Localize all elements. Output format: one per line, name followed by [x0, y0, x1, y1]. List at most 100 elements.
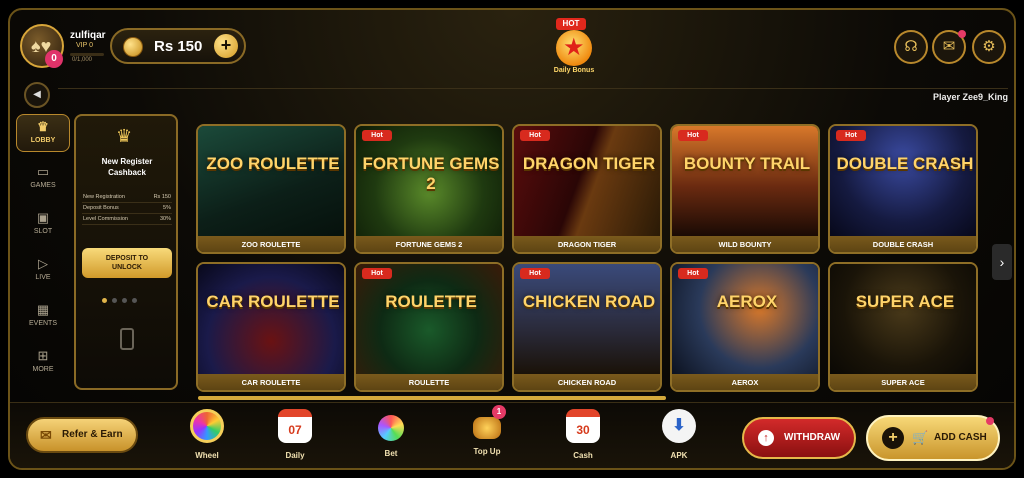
promo-value: 5%: [163, 205, 171, 211]
calendar-icon: 07: [278, 409, 312, 443]
hot-badge: Hot: [836, 130, 866, 141]
game-art-title: DRAGON TIGER: [522, 154, 656, 173]
hot-badge: Hot: [520, 130, 550, 141]
game-card[interactable]: DRAGON TIGER Hot DRAGON TIGER: [512, 124, 662, 254]
gear-icon: ⚙: [982, 38, 996, 55]
game-artwork: [356, 264, 502, 374]
game-art-title: ROULETTE: [385, 292, 477, 311]
grid-icon: ⊞: [37, 348, 49, 363]
deposit-to-unlock-button[interactable]: DEPOSIT TO UNLOCK: [82, 248, 172, 278]
notification-dot: [986, 417, 994, 425]
game-art-title: ZOO ROULETTE: [206, 154, 340, 173]
headset-icon: ☊: [904, 38, 918, 55]
apk-button[interactable]: ⬇ APK: [654, 409, 704, 460]
deposit-label-line2: UNLOCK: [112, 264, 142, 271]
hot-badge: Hot: [362, 130, 392, 141]
carousel-dot[interactable]: [112, 298, 117, 303]
scroll-right-button[interactable]: ›: [992, 244, 1012, 280]
promo-key: Level Commission: [83, 216, 128, 222]
wheel-icon: [190, 409, 224, 443]
nav-label: GAMES: [30, 182, 56, 189]
game-card[interactable]: SUPER ACE SUPER ACE: [828, 262, 978, 392]
promo-key: New Registration: [83, 194, 125, 200]
withdraw-button[interactable]: ↑ WITHDRAW: [742, 417, 856, 459]
daily-button[interactable]: 07 Daily: [270, 409, 320, 460]
nav-events[interactable]: ▦ EVENTS: [16, 298, 70, 336]
promo-title-line1: New Register: [101, 157, 153, 166]
xp-text: 0/1,000: [72, 57, 93, 63]
game-artwork: [672, 126, 818, 236]
nav-lobby[interactable]: ♛ LOBBY: [16, 114, 70, 152]
promo-key: Deposit Bonus: [83, 205, 119, 211]
hot-badge: Hot: [678, 130, 708, 141]
add-cash-button[interactable]: + 🛒 ADD CASH: [866, 415, 1000, 461]
game-artwork: [514, 126, 660, 236]
play-icon: ▷: [38, 256, 48, 271]
cashback-promo-card: ♛ New Register Cashback New Registration…: [74, 114, 178, 390]
nav-slot[interactable]: ▣ SLOT: [16, 206, 70, 244]
vip-level: VIP 0: [76, 42, 93, 49]
game-name: ZOO ROULETTE: [198, 236, 344, 252]
apk-label: APK: [670, 451, 688, 460]
crown-icon: ♛: [37, 119, 49, 134]
mail-icon: ✉: [942, 38, 956, 55]
hot-tag: HOT: [556, 18, 586, 30]
side-nav: ♛ LOBBY ▭ GAMES ▣ SLOT ▷ LIVE ▦ EVENTS ⊞…: [16, 114, 70, 392]
game-name: FORTUNE GEMS 2: [356, 236, 502, 252]
game-card[interactable]: ROULETTE Hot ROULETTE: [354, 262, 504, 392]
promo-value: 30%: [159, 216, 171, 222]
game-name: CHICKEN ROAD: [514, 374, 660, 390]
cash-button[interactable]: 30 Cash: [558, 409, 608, 460]
nav-games[interactable]: ▭ GAMES: [16, 160, 70, 198]
bet-wheel-icon: [378, 415, 404, 441]
bet-label: Bet: [384, 449, 398, 458]
topup-button[interactable]: 1 Top Up: [462, 405, 512, 456]
nav-label: EVENTS: [28, 320, 57, 327]
chevron-right-icon: ›: [999, 254, 1005, 270]
nav-more[interactable]: ⊞ MORE: [16, 344, 70, 382]
settings-button[interactable]: ⚙: [972, 30, 1006, 64]
sound-button[interactable]: ◀: [24, 82, 50, 108]
xp-progress-bar: [70, 53, 104, 56]
daily-bonus-button[interactable]: ★ HOT Daily Bonus: [544, 18, 604, 78]
game-card[interactable]: FORTUNE GEMS 2 Hot FORTUNE GEMS 2: [354, 124, 504, 254]
refer-earn-button[interactable]: ✉ Refer & Earn: [26, 417, 138, 453]
support-button[interactable]: ☊: [894, 30, 928, 64]
cart-icon: 🛒: [912, 430, 929, 445]
header: ♠♥ 0 zulfiqar VIP 0 0/1,000 Rs 150 + ★ H…: [10, 10, 1014, 82]
mail-button[interactable]: ✉: [932, 30, 966, 64]
carousel-dot[interactable]: [102, 298, 107, 303]
game-card[interactable]: DOUBLE CRASH Hot DOUBLE CRASH: [828, 124, 978, 254]
carousel-dot[interactable]: [132, 298, 137, 303]
nav-live[interactable]: ▷ LIVE: [16, 252, 70, 290]
avatar-badge: 0: [45, 50, 63, 68]
nav-label: LIVE: [35, 274, 51, 281]
game-name: ROULETTE: [356, 374, 502, 390]
horizontal-scrollbar[interactable]: [198, 396, 666, 400]
game-card[interactable]: CHICKEN ROAD Hot CHICKEN ROAD: [512, 262, 662, 392]
refer-label: Refer & Earn: [62, 429, 123, 440]
game-card[interactable]: ZOO ROULETTE ZOO ROULETTE: [196, 124, 346, 254]
deposit-label-line1: DEPOSIT TO: [105, 255, 149, 262]
wheel-label: Wheel: [195, 451, 219, 460]
game-name: WILD BOUNTY: [672, 236, 818, 252]
username: zulfiqar: [70, 30, 106, 41]
game-art-title: AEROX: [716, 292, 778, 311]
bet-button[interactable]: Bet: [366, 409, 416, 458]
withdraw-label: WITHDRAW: [784, 432, 841, 443]
wheel-button[interactable]: Wheel: [182, 409, 232, 460]
game-card[interactable]: BOUNTY TRAIL Hot WILD BOUNTY: [670, 124, 820, 254]
crown-icon: ♛: [116, 126, 133, 146]
game-name: AEROX: [672, 374, 818, 390]
promo-title: New Register Cashback: [80, 156, 174, 178]
nav-label: LOBBY: [30, 137, 56, 144]
hot-badge: Hot: [362, 268, 392, 279]
game-name: DOUBLE CRASH: [830, 236, 976, 252]
game-art-title: SUPER ACE: [855, 292, 955, 311]
add-balance-button[interactable]: +: [214, 34, 238, 58]
game-card[interactable]: AEROX Hot AEROX: [670, 262, 820, 392]
carousel-dot[interactable]: [122, 298, 127, 303]
coin-icon: [123, 37, 143, 57]
game-card[interactable]: CAR ROULETTE CAR ROULETTE: [196, 262, 346, 392]
notification-dot: [958, 30, 966, 38]
